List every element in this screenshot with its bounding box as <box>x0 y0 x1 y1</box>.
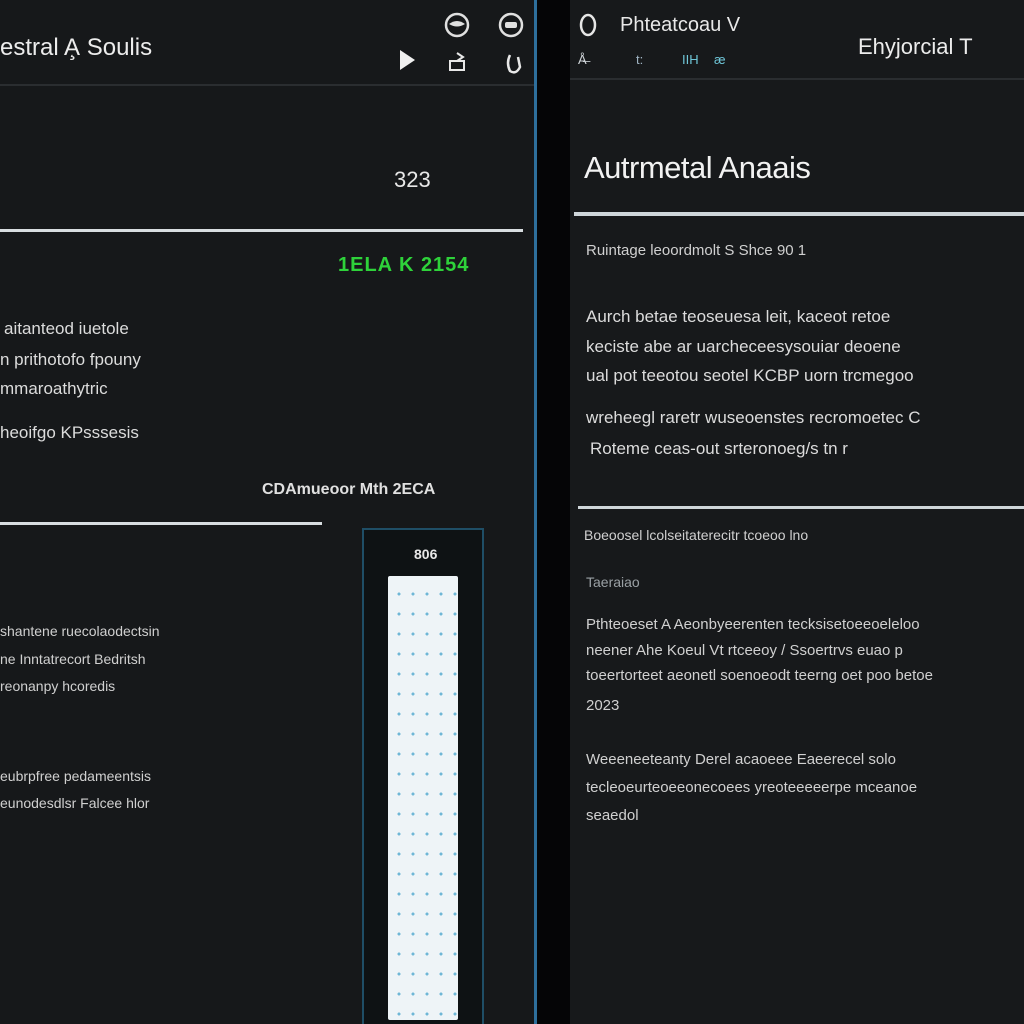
text-line: wreheegl raretr wuseoenstes recromoetec … <box>586 408 921 427</box>
text-line: Aurch betae teoseuesa leit, kaceot retoe <box>586 307 891 326</box>
text-line: Roteme ceas-out srteronoeg/s tn r <box>590 439 848 458</box>
window-title: Phteatcoau V <box>620 14 741 36</box>
text-line: reonanpy hcoredis <box>0 678 116 694</box>
export-icon[interactable] <box>446 50 470 74</box>
play-icon[interactable] <box>396 48 418 72</box>
globe-icon[interactable] <box>442 10 472 40</box>
scrollbar[interactable] <box>388 576 458 1020</box>
text-line: eubrpfree pedameentsis <box>0 768 151 784</box>
divider <box>0 522 322 525</box>
divider <box>574 212 1024 216</box>
section-title: Boeoosel lcolseitaterecitr tcoeoo lno <box>584 527 809 543</box>
right-pane: Phteatcoau V Å̶ t: IIH æ Ehyjorcial T Au… <box>570 0 1024 1024</box>
text-line: shantene ruecolaodectsin <box>0 623 160 639</box>
section-subtitle: Taeraiao <box>586 574 640 590</box>
left-pane: estral A̧ Soulis 323 1ELA K 2154 aitante… <box>0 0 537 1024</box>
text-line: heoifgo KPsssesis <box>0 423 139 442</box>
text-line: ne Inntatrecort Bedritsh <box>0 651 146 667</box>
page-heading: Autrmetal Anaais <box>584 150 811 185</box>
attach-icon[interactable] <box>502 50 526 76</box>
text-line: neener Ahe Koeul Vt rtceeoy / Ssoertrvs … <box>586 642 903 659</box>
left-title: estral A̧ Soulis <box>0 34 153 61</box>
text-line: aitanteod iuetole <box>4 319 129 338</box>
scroll-value: 806 <box>414 546 438 562</box>
status-label: 1ELA K 2154 <box>338 254 470 276</box>
caption-row: CDAmueoor Mth 2ECA <box>262 481 436 498</box>
left-header: estral A̧ Soulis <box>0 0 534 86</box>
side-title: Ehyjorcial T <box>858 34 973 59</box>
text-line: ual pot teeotou seotel KCBP uorn trcmego… <box>586 366 914 385</box>
text-line: keciste abe ar uarcheceesysouiar deoene <box>586 337 901 356</box>
text-line: seaedol <box>586 807 639 824</box>
text-line: Pthteoeset A Aeonbyeerenten tecksisetoee… <box>586 616 920 633</box>
tab-item[interactable]: t: <box>636 52 643 67</box>
text-line: 2023 <box>586 697 620 714</box>
tab-item[interactable]: æ <box>714 52 726 67</box>
text-line: toeertorteet aeonetl soenoeodt teerng oe… <box>586 667 933 684</box>
tab-item[interactable]: Å̶ <box>578 52 587 67</box>
text-line: tecleoeurteoeeonecoees yreoteeeeerpe mce… <box>586 779 918 796</box>
subheading: Ruintage leoordmolt S Shce 90 1 <box>586 242 807 259</box>
settings-icon[interactable] <box>496 10 526 40</box>
circle-icon[interactable] <box>576 12 600 38</box>
text-line: mmaroathytric <box>0 379 108 398</box>
tab-item[interactable]: IIH <box>682 52 699 67</box>
text-line: n prithotofo fpouny <box>0 350 141 369</box>
text-line: Weeeneeteanty Derel acaoeee Eaeerecel so… <box>586 751 896 768</box>
right-header: Phteatcoau V Å̶ t: IIH æ Ehyjorcial T <box>570 0 1024 80</box>
divider <box>578 506 1024 509</box>
text-line: eunodesdlsr Falcee hlor <box>0 795 150 811</box>
value-readout: 323 <box>394 167 431 192</box>
divider <box>0 229 523 232</box>
